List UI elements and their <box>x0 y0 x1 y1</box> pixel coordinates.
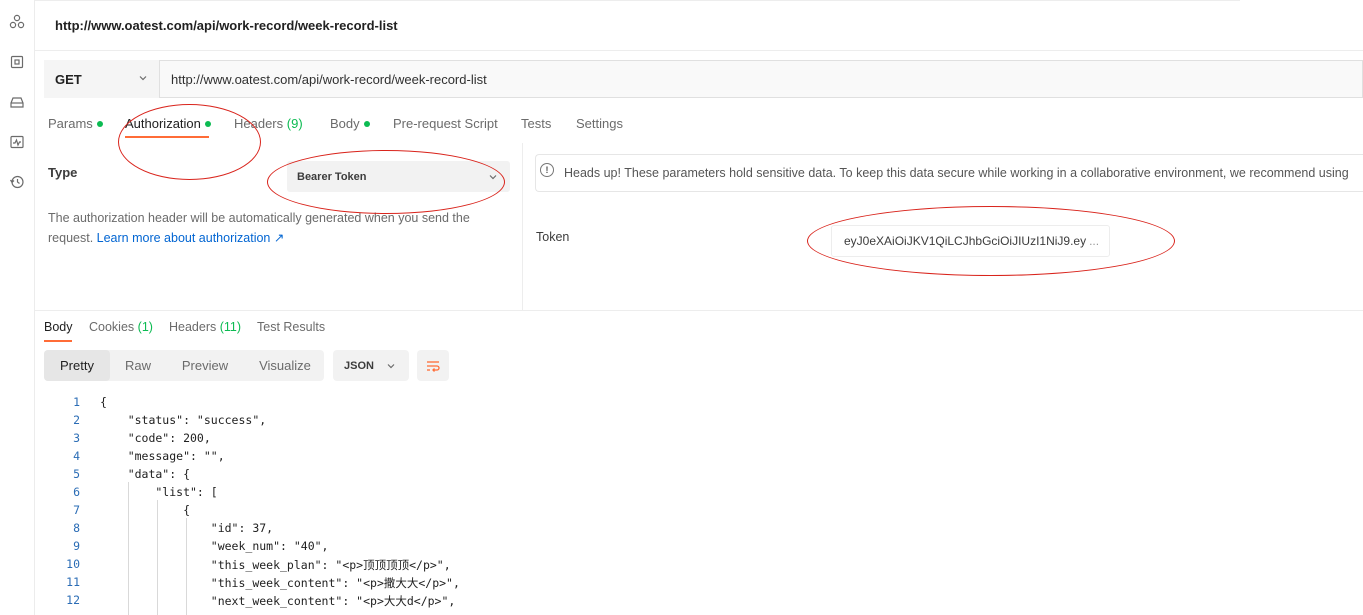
tab-cookies[interactable]: Cookies (1) <box>89 320 153 334</box>
tab-response-body[interactable]: Body <box>44 320 73 334</box>
url-input[interactable]: http://www.oatest.com/api/work-record/we… <box>171 72 487 87</box>
code-line: "this_week_content": "<p>撒大大</p>", <box>100 576 460 590</box>
line-number: 3 <box>73 431 80 445</box>
view-visualize-button[interactable]: Visualize <box>246 350 324 381</box>
code-line: "message": "", <box>100 449 225 463</box>
mock-server-icon[interactable] <box>8 93 26 111</box>
code-line: { <box>100 395 107 409</box>
tab-settings[interactable]: Settings <box>576 116 623 131</box>
format-value: JSON <box>344 359 374 372</box>
tab-body[interactable]: Body <box>330 116 370 131</box>
annotation-ellipse <box>807 206 1175 276</box>
wrap-lines-button[interactable] <box>417 350 449 381</box>
line-number: 11 <box>66 575 80 589</box>
line-number: 12 <box>66 593 80 607</box>
top-divider <box>35 0 1240 1</box>
method-select[interactable]: GET <box>44 60 160 98</box>
divider <box>35 50 1363 51</box>
history-icon[interactable] <box>8 173 26 191</box>
tab-tests[interactable]: Tests <box>521 116 551 131</box>
line-number: 6 <box>73 485 80 499</box>
line-number: 1 <box>73 395 80 409</box>
divider <box>522 143 523 310</box>
sensitive-data-notice: Heads up! These parameters hold sensitiv… <box>535 154 1363 192</box>
line-number: 5 <box>73 467 80 481</box>
tab-pre-request-script[interactable]: Pre-request Script <box>393 116 498 131</box>
line-number: 8 <box>73 521 80 535</box>
auth-type-label: Type <box>48 165 78 180</box>
tab-params[interactable]: Params <box>48 116 103 131</box>
divider <box>35 310 1363 311</box>
line-number: 2 <box>73 413 80 427</box>
annotation-ellipse <box>118 104 261 180</box>
line-number: 4 <box>73 449 80 463</box>
annotation-ellipse <box>267 150 505 214</box>
apis-icon[interactable] <box>8 13 26 31</box>
line-number: 7 <box>73 503 80 517</box>
format-select[interactable]: JSON <box>333 350 409 381</box>
left-sidebar <box>0 0 35 615</box>
view-raw-button[interactable]: Raw <box>112 350 164 381</box>
code-line: "code": 200, <box>100 431 211 445</box>
status-dot <box>96 120 103 127</box>
token-label: Token <box>536 230 570 244</box>
wrap-icon <box>427 360 440 372</box>
monitor-icon[interactable] <box>8 133 26 151</box>
code-line: "list": [ <box>100 485 218 499</box>
tab-test-results[interactable]: Test Results <box>257 320 325 334</box>
environment-icon[interactable] <box>8 53 26 71</box>
code-line: "this_week_plan": "<p>顶顶顶顶</p>", <box>100 558 451 572</box>
code-line: "data": { <box>100 467 191 481</box>
status-dot <box>363 120 370 127</box>
code-line: "next_week_content": "<p>大大d</p>", <box>100 594 456 608</box>
learn-more-link[interactable]: Learn more about authorization ↗ <box>97 231 285 245</box>
chevron-down-icon <box>387 364 395 369</box>
active-tab-underline <box>44 340 72 342</box>
line-number: 10 <box>66 557 80 571</box>
line-number: 9 <box>73 539 80 553</box>
code-line: { <box>100 503 191 517</box>
code-line: "id": 37, <box>100 521 274 535</box>
code-line: "status": "success", <box>100 413 267 427</box>
view-pretty-button[interactable]: Pretty <box>44 350 110 381</box>
auth-description: The authorization header will be automat… <box>48 211 470 245</box>
method-value: GET <box>55 71 82 87</box>
code-line: "week_num": "40", <box>100 539 329 553</box>
chevron-down-icon <box>139 76 147 81</box>
view-preview-button[interactable]: Preview <box>166 350 244 381</box>
request-title[interactable]: http://www.oatest.com/api/work-record/we… <box>55 18 398 33</box>
info-icon: ! <box>540 163 554 177</box>
tab-response-headers[interactable]: Headers (11) <box>169 320 241 334</box>
